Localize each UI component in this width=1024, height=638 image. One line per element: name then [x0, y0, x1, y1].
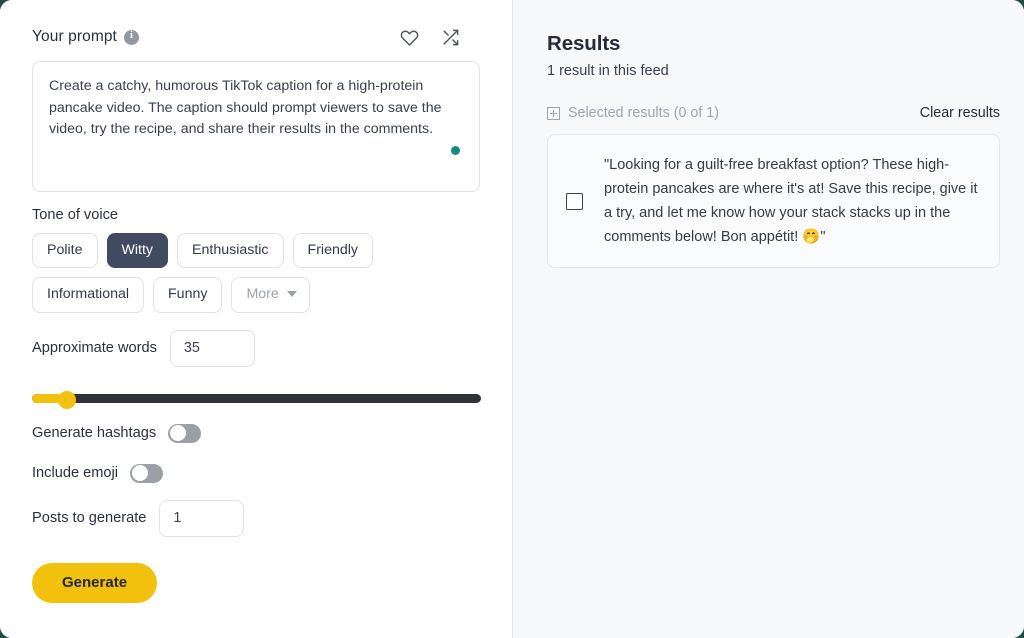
results-subtitle: 1 result in this feed: [547, 63, 669, 79]
toggle-knob: [131, 465, 148, 482]
tone-option-friendly[interactable]: Friendly: [292, 233, 373, 269]
prompt-actions: [400, 28, 480, 47]
tone-options-row-1: Polite Witty Enthusiastic Friendly: [32, 233, 480, 269]
prompt-title-group: Your prompt i: [32, 28, 139, 46]
prompt-text[interactable]: Create a catchy, humorous TikTok caption…: [49, 76, 453, 141]
tone-option-enthusiastic[interactable]: Enthusiastic: [177, 233, 284, 269]
prompt-header: Your prompt i: [32, 24, 480, 50]
selected-results-control[interactable]: Selected results (0 of 1): [547, 105, 719, 121]
generate-hashtags-toggle[interactable]: [168, 423, 202, 443]
tone-more-dropdown[interactable]: More: [231, 277, 310, 313]
app-window: Your prompt i Create a catchy, humorous …: [0, 0, 1024, 638]
results-title: Results: [547, 32, 621, 55]
tone-more-label: More: [246, 286, 279, 303]
tone-option-polite[interactable]: Polite: [32, 233, 98, 269]
posts-to-generate-input[interactable]: [159, 499, 245, 537]
result-checkbox[interactable]: [566, 192, 583, 210]
tone-option-funny[interactable]: Funny: [153, 277, 223, 313]
results-toolbar: Selected results (0 of 1) Clear results: [547, 105, 1000, 121]
result-text: "Looking for a guilt-free breakfast opti…: [604, 157, 978, 245]
slider-track: [32, 393, 481, 403]
posts-to-generate-label: Posts to generate: [32, 510, 147, 527]
generate-button[interactable]: Generate: [32, 562, 158, 603]
selected-results-label: Selected results (0 of 1): [568, 105, 719, 121]
result-card[interactable]: "Looking for a guilt-free breakfast opti…: [547, 134, 1000, 268]
include-emoji-row: Include emoji: [32, 463, 480, 483]
results-panel: Results 1 result in this feed Selected r…: [513, 0, 1024, 638]
prompt-input-box[interactable]: Create a catchy, humorous TikTok caption…: [32, 61, 480, 192]
slider-thumb[interactable]: [58, 390, 76, 409]
include-emoji-label: Include emoji: [32, 465, 118, 482]
chevron-down-icon: [286, 291, 297, 298]
status-dot: [451, 146, 460, 155]
info-icon[interactable]: i: [123, 29, 139, 45]
approximate-words-row: Approximate words: [32, 329, 480, 367]
posts-to-generate-row: Posts to generate: [32, 499, 480, 537]
tone-of-voice-label: Tone of voice: [32, 207, 118, 223]
tone-options-row-2: Informational Funny More: [32, 277, 480, 313]
plus-box-icon: [547, 106, 560, 120]
heart-icon[interactable]: [400, 28, 419, 47]
tone-option-informational[interactable]: Informational: [32, 277, 145, 313]
toggle-knob: [169, 425, 186, 442]
clear-results-button[interactable]: Clear results: [920, 105, 1000, 121]
approximate-words-label: Approximate words: [32, 340, 157, 357]
generate-hashtags-row: Generate hashtags: [32, 423, 480, 443]
include-emoji-toggle[interactable]: [130, 463, 163, 483]
page-title: Your prompt: [32, 28, 117, 45]
generate-hashtags-label: Generate hashtags: [32, 425, 157, 442]
approximate-words-input[interactable]: [169, 329, 255, 367]
tone-option-witty[interactable]: Witty: [106, 233, 169, 269]
prompt-configuration-panel: Your prompt i Create a catchy, humorous …: [0, 0, 513, 638]
approximate-words-slider[interactable]: [32, 390, 481, 409]
shuffle-icon[interactable]: [441, 28, 460, 47]
